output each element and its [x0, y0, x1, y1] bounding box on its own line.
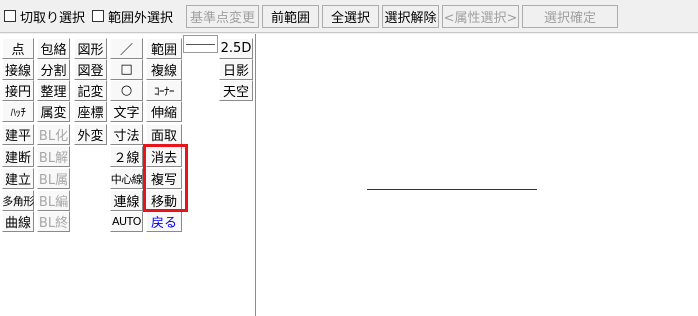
out-of-range-select-checkbox[interactable]: 範囲外選択: [92, 7, 174, 26]
cmd-point[interactable]: 点: [2, 38, 34, 59]
cmd-building-elevation[interactable]: 建立: [2, 168, 34, 189]
cmd-block-explode[interactable]: BL解: [37, 146, 70, 167]
cmd-tangent-circle[interactable]: 接円: [2, 80, 34, 101]
line-type-swatch[interactable]: [183, 35, 218, 53]
cmd-envelope[interactable]: 包絡: [37, 38, 70, 59]
cmd-range[interactable]: 範囲: [146, 38, 182, 59]
cmd-line[interactable]: ／: [110, 38, 143, 59]
highlight-box: [143, 144, 188, 212]
cmd-building-section[interactable]: 建断: [2, 146, 34, 167]
cmd-external-change[interactable]: 外変: [74, 124, 107, 145]
cmd-figure-register[interactable]: 図登: [74, 59, 107, 80]
cmd-circle[interactable]: ○: [110, 80, 143, 101]
cmd-building-plan[interactable]: 建平: [2, 124, 34, 145]
cmd-sky[interactable]: 天空: [219, 80, 253, 101]
cmd-block-create[interactable]: BL化: [37, 124, 70, 145]
cmd-multi-line[interactable]: 複線: [146, 59, 182, 80]
cmd-tangent-line[interactable]: 接線: [2, 59, 34, 80]
deselect-button[interactable]: 選択解除: [382, 5, 439, 28]
drawing-canvas[interactable]: [255, 34, 698, 316]
cmd-attr-change[interactable]: 属変: [37, 101, 70, 122]
clip-select-label: 切取り選択: [20, 10, 86, 26]
cmd-arrange[interactable]: 整理: [37, 80, 70, 101]
cmd-chamfer[interactable]: 面取: [146, 124, 182, 145]
cmd-block-edit[interactable]: BL編: [37, 190, 70, 211]
cmd-center-line[interactable]: 中心線: [110, 168, 143, 189]
cmd-corner[interactable]: ｺｰﾅｰ: [146, 80, 182, 101]
cmd-auto[interactable]: AUTO: [110, 211, 143, 232]
cmd-rectangle[interactable]: □: [110, 59, 143, 80]
confirm-select-button[interactable]: 選択確定: [522, 5, 618, 28]
cmd-double-line[interactable]: ２線: [110, 146, 143, 167]
cmd-continuous-line[interactable]: 連線: [110, 190, 143, 211]
cmd-figure[interactable]: 図形: [74, 38, 107, 59]
out-of-range-select-label: 範囲外選択: [108, 10, 174, 26]
cmd-text[interactable]: 文字: [110, 101, 143, 122]
change-base-point-button[interactable]: 基準点変更: [186, 5, 259, 28]
cmd-symbol-change[interactable]: 記変: [74, 80, 107, 101]
cmd-polygon[interactable]: 多角形: [2, 190, 34, 211]
cmd-2-5d[interactable]: 2.5D: [219, 38, 253, 59]
checkbox-icon: [4, 10, 16, 22]
checkbox-icon: [92, 10, 104, 22]
cmd-block-attr[interactable]: BL属: [37, 168, 70, 189]
line-sample-icon: [186, 44, 215, 45]
toolbar: 切取り選択 範囲外選択 基準点変更 前範囲 全選択 選択解除 <属性選択> 選択…: [0, 0, 698, 33]
drawn-line: [367, 189, 537, 190]
prev-range-button[interactable]: 前範囲: [262, 5, 319, 28]
cmd-dimension[interactable]: 寸法: [110, 124, 143, 145]
cmd-stretch[interactable]: 伸縮: [146, 101, 182, 122]
cmd-sun-shadow[interactable]: 日影: [219, 59, 253, 80]
cmd-back[interactable]: 戻る: [146, 211, 182, 232]
attribute-select-button[interactable]: <属性選択>: [442, 5, 519, 28]
cmd-coordinates[interactable]: 座標: [74, 101, 107, 122]
select-all-button[interactable]: 全選択: [322, 5, 379, 28]
cmd-divide[interactable]: 分割: [37, 59, 70, 80]
cmd-curve[interactable]: 曲線: [2, 211, 34, 232]
clip-select-checkbox[interactable]: 切取り選択: [4, 7, 86, 26]
cmd-hatch[interactable]: ﾊｯﾁ: [2, 101, 34, 122]
cmd-block-end[interactable]: BL終: [37, 211, 70, 232]
